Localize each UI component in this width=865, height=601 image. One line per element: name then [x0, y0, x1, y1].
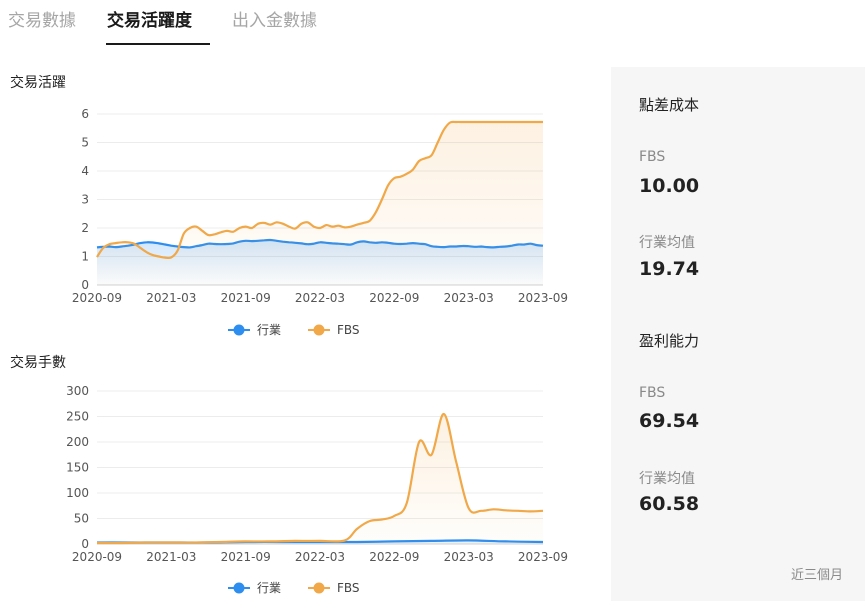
activity-chart-title: 交易活躍	[10, 75, 66, 91]
y-tick-label: 5	[81, 136, 89, 150]
profit-industry-value: 60.58	[639, 493, 700, 515]
spread-industry-label: 行業均值	[639, 235, 695, 251]
legend-label-fbs: FBS	[337, 323, 360, 337]
lots-chart: 0 50 100 150 200 250 300 2020-09 2021-03 2021-09 2…	[66, 384, 568, 595]
activity-chart: 0 1 2 3 4 5 6 2020-09 2021-03 2021-09 2022-03 2022-…	[72, 107, 568, 337]
x-tick-label: 2023-03	[444, 550, 494, 564]
legend-label-industry: 行業	[257, 323, 281, 337]
y-tick-label: 100	[66, 486, 89, 500]
x-tick-label: 2022-09	[369, 291, 419, 305]
active-tab-underline	[106, 43, 210, 45]
x-tick-label: 2020-09	[72, 291, 122, 305]
tab-deposit-withdrawal-data[interactable]: 出入金數據	[232, 6, 317, 31]
tab-trading-data[interactable]: 交易數據	[8, 6, 76, 31]
x-tick-label: 2022-09	[369, 550, 419, 564]
legend-label-fbs: FBS	[337, 581, 360, 595]
y-tick-label: 4	[81, 164, 89, 178]
y-tick-label: 150	[66, 461, 89, 475]
spread-industry-value: 19.74	[639, 258, 700, 280]
x-tick-label: 2022-03	[295, 291, 345, 305]
series-area-fbs	[97, 413, 543, 544]
legend-marker-industry	[233, 582, 245, 594]
tab-trading-activity[interactable]: 交易活躍度	[107, 6, 192, 31]
legend-label-industry: 行業	[257, 581, 281, 595]
y-tick-label: 3	[81, 193, 89, 207]
spread-fbs-value: 10.00	[639, 175, 700, 197]
y-tick-label: 6	[81, 107, 89, 121]
y-tick-label: 250	[66, 410, 89, 424]
y-tick-label: 0	[81, 537, 89, 551]
x-tick-label: 2023-09	[518, 550, 568, 564]
legend-marker-fbs	[313, 582, 325, 594]
x-tick-label: 2021-09	[221, 550, 271, 564]
spread-cost-title: 點差成本	[639, 96, 700, 114]
x-tick-label: 2023-03	[444, 291, 494, 305]
metrics-panel: 點差成本 FBS 10.00 行業均值 19.74 盈利能力 FBS 69.54…	[611, 67, 865, 601]
legend-marker-fbs	[313, 324, 325, 336]
profitability-title: 盈利能力	[639, 332, 700, 350]
x-tick-label: 2020-09	[72, 550, 122, 564]
x-tick-label: 2022-03	[295, 550, 345, 564]
series-area-fbs	[97, 121, 543, 285]
count-chart-title: 交易手數	[10, 355, 66, 371]
y-tick-label: 0	[81, 278, 89, 292]
spread-fbs-label: FBS	[639, 149, 666, 165]
profit-fbs-value: 69.54	[639, 410, 700, 432]
y-tick-label: 300	[66, 384, 89, 398]
y-tick-label: 200	[66, 435, 89, 449]
legend-marker-industry	[233, 324, 245, 336]
x-tick-label: 2021-03	[146, 550, 196, 564]
y-tick-label: 2	[81, 221, 89, 235]
profit-industry-label: 行業均值	[639, 471, 695, 487]
x-tick-label: 2023-09	[518, 291, 568, 305]
y-tick-label: 50	[74, 512, 89, 526]
y-tick-label: 1	[81, 250, 89, 264]
tab-bar: 交易數據 交易活躍度 出入金數據	[0, 0, 600, 46]
period-label: 近三個月	[790, 568, 843, 583]
x-tick-label: 2021-09	[221, 291, 271, 305]
profit-fbs-label: FBS	[639, 385, 666, 401]
x-tick-label: 2021-03	[146, 291, 196, 305]
